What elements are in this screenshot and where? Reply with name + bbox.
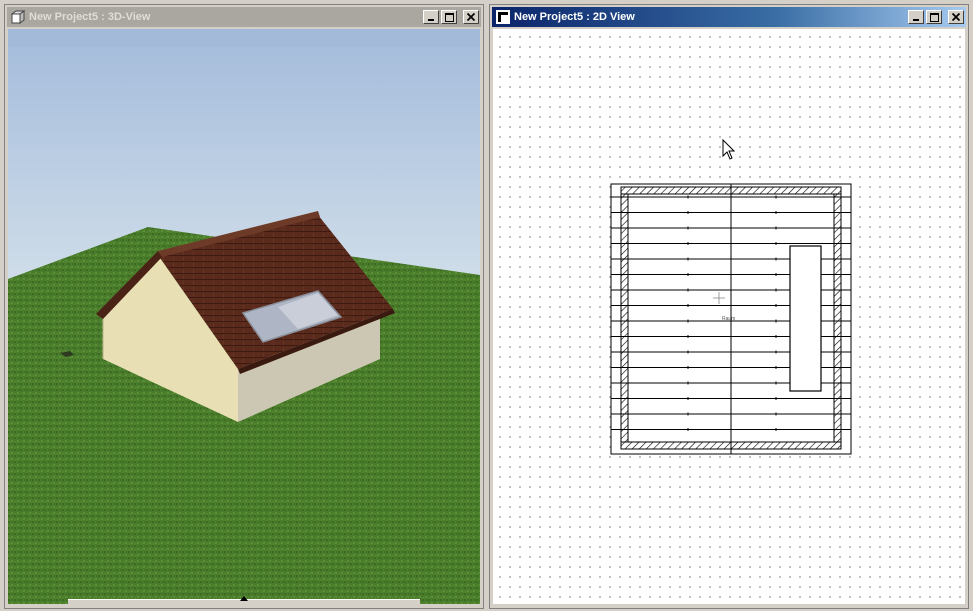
close-button-2d[interactable] xyxy=(948,10,964,24)
3d-viewport[interactable] xyxy=(8,29,480,604)
maximize-button-3d[interactable] xyxy=(441,10,457,24)
minimize-button-3d[interactable] xyxy=(423,10,439,24)
close-icon xyxy=(952,13,960,21)
wall-right[interactable] xyxy=(833,193,842,443)
window-2d-view[interactable]: New Project5 : 2D View Raum xyxy=(489,4,969,609)
maximize-icon xyxy=(444,12,454,22)
maximize-button-2d[interactable] xyxy=(926,10,942,24)
2d-plan-canvas[interactable]: Raum xyxy=(493,29,965,604)
3d-scene xyxy=(8,29,480,604)
titlebar-2d[interactable]: New Project5 : 2D View xyxy=(492,7,966,27)
window-title-3d: New Project5 : 3D-View xyxy=(29,11,151,23)
arrow-up-icon xyxy=(240,596,248,601)
window-3d-view[interactable]: New Project5 : 3D-View xyxy=(4,4,484,609)
titlebar-3d[interactable]: New Project5 : 3D-View xyxy=(7,7,481,27)
roof-window-plan[interactable] xyxy=(789,245,822,392)
wall-left[interactable] xyxy=(620,193,629,443)
minimize-icon xyxy=(913,19,919,21)
room-label: Raum xyxy=(722,316,735,322)
3d-view-icon xyxy=(11,10,25,24)
horizontal-scrollbar-3d[interactable] xyxy=(68,596,420,604)
floor-plan: Raum xyxy=(610,138,852,455)
2d-plan-icon xyxy=(496,10,510,24)
maximize-icon xyxy=(929,12,939,22)
minimize-button-2d[interactable] xyxy=(908,10,924,24)
mouse-cursor-icon xyxy=(722,138,736,160)
window-title-2d: New Project5 : 2D View xyxy=(514,11,635,23)
close-icon xyxy=(467,13,475,21)
minimize-icon xyxy=(428,19,434,21)
close-button-3d[interactable] xyxy=(463,10,479,24)
